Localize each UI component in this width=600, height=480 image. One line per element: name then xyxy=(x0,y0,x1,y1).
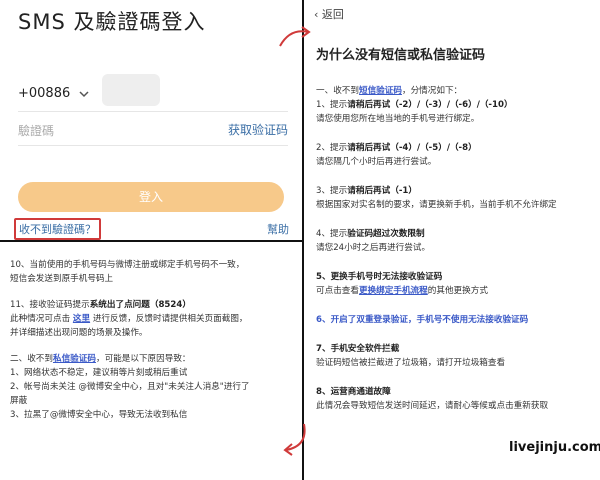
help-row: 收不到驗證碼？ 幫助 xyxy=(14,218,289,240)
page-title: SMS 及驗證碼登入 xyxy=(18,10,206,34)
case-6-title[interactable]: 6、开启了双重登录验证，手机号不使用无法接收验证码 xyxy=(316,313,594,327)
private-message-code-link[interactable]: 私信验证码 xyxy=(53,354,96,364)
flow-arrow-icon xyxy=(279,26,311,47)
case-3-prefix: 3、提示 xyxy=(316,186,348,196)
case-1-text: 请您使用您所在地当地的手机号进行绑定。 xyxy=(316,114,480,124)
case-2-text: 请您隔几个小时后再进行尝试。 xyxy=(316,157,437,167)
info-body: 一、收不到短信验证码，分情况如下： 1、提示请稍后再试（-2）/（-3）/（-6… xyxy=(316,84,594,428)
sms-code-link[interactable]: 短信验证码 xyxy=(359,86,402,96)
case-2-title: 请稍后再试（-4）/（-5）/（-8） xyxy=(347,143,477,153)
reason-11-prefix: 11、接收验证码提示 xyxy=(10,300,90,310)
country-code[interactable]: +00886 xyxy=(18,86,70,101)
change-phone-flow-link[interactable]: 更换绑定手机流程 xyxy=(359,286,428,296)
case-4-text: 请您24小时之后再进行尝试。 xyxy=(316,243,431,253)
case-5-title: 5、更换手机号时无法接收验证码 xyxy=(316,272,443,282)
reasons-body: 10、当前使用的手机号码与微博注册或绑定手机号码不一致， 短信会发送到原手机号码… xyxy=(10,258,295,422)
back-label: 返回 xyxy=(321,8,344,21)
reason-11-line-3: 并详细描述出现问题的场景及操作。 xyxy=(10,328,148,338)
case-8-text: 此情况会导致短信发送时间延迟，请耐心等候或点击重新获取 xyxy=(316,401,549,411)
redacted-phone-number xyxy=(102,74,160,106)
case-5-text-end: 的其他更换方式 xyxy=(427,286,488,296)
code-placeholder: 驗證碼 xyxy=(18,124,55,138)
chevron-down-icon[interactable] xyxy=(78,88,90,100)
info-case-5: 5、更换手机号时无法接收验证码 可点击查看更换绑定手机流程的其他更换方式 xyxy=(316,270,594,298)
section-2-prefix: 二、收不到 xyxy=(10,354,53,364)
reason-11-text: 此种情况可点击 xyxy=(10,314,73,324)
verification-code-field[interactable]: 驗證碼 获取验证码 xyxy=(18,118,288,146)
feedback-here-link[interactable]: 这里 xyxy=(73,314,90,324)
case-5-text: 可点击查看 xyxy=(316,286,359,296)
chevron-left-icon: ‹ xyxy=(314,8,319,21)
case-3-title: 请稍后再试（-1） xyxy=(347,186,417,196)
info-case-2: 2、提示请稍后再试（-4）/（-5）/（-8） 请您隔几个小时后再进行尝试。 xyxy=(316,141,594,169)
phone-number-field[interactable]: +00886 xyxy=(18,74,288,112)
pm-reason-2-line-1: 2、帐号尚未关注 @微博安全中心，且对"未关注人消息"进行了 xyxy=(10,382,250,392)
watermark: livejinju.com xyxy=(506,440,600,455)
case-4-title: 验证码超过次数限制 xyxy=(347,229,425,239)
info-case-6: 6、开启了双重登录验证，手机号不使用无法接收验证码 xyxy=(316,313,594,327)
info-case-8: 8、运营商通道故障 此情况会导致短信发送时间延迟，请耐心等候或点击重新获取 xyxy=(316,385,594,413)
reason-11-title: 系统出了点问题（8524） xyxy=(89,300,191,310)
pm-reason-2-line-2: 屏蔽 xyxy=(10,396,28,406)
reason-10-line-2: 短信会发送到原手机号码上 xyxy=(10,274,114,284)
intro-text: 一、收不到 xyxy=(316,86,359,96)
case-2-prefix: 2、提示 xyxy=(316,143,348,153)
case-7-text: 验证码短信被拦截进了垃圾箱，请打开垃圾箱查看 xyxy=(316,358,506,368)
intro-text-end: ，分情况如下： xyxy=(401,86,463,96)
info-panel: ‹ 返回 为什么没有短信或私信验证码 一、收不到短信验证码，分情况如下： 1、提… xyxy=(302,0,600,480)
get-code-button[interactable]: 获取验证码 xyxy=(228,121,288,138)
case-1-prefix: 1、提示 xyxy=(316,100,348,110)
info-case-3: 3、提示请稍后再试（-1） 根据国家对实名制的要求，请更换新手机，当前手机不允许… xyxy=(316,184,594,212)
help-link[interactable]: 幫助 xyxy=(267,221,289,237)
case-3-text: 根据国家对实名制的要求，请更换新手机，当前手机不允许绑定 xyxy=(316,200,557,210)
flow-arrow-icon xyxy=(283,423,306,456)
info-title: 为什么没有短信或私信验证码 xyxy=(316,48,486,63)
reason-11-text-end: 进行反馈，反馈时请提供相关页面截图， xyxy=(90,314,248,324)
info-intro: 一、收不到短信验证码，分情况如下： 1、提示请稍后再试（-2）/（-3）/（-6… xyxy=(316,84,594,126)
case-1-title: 请稍后再试（-2）/（-3）/（-6）/（-10） xyxy=(347,100,513,110)
reasons-panel: 10、当前使用的手机号码与微博注册或绑定手机号码不一致， 短信会发送到原手机号码… xyxy=(0,240,302,480)
pm-reason-3: 3、拉黑了@微博安全中心，导致无法收到私信 xyxy=(10,410,188,420)
case-7-title: 7、手机安全软件拦截 xyxy=(316,344,400,354)
info-case-4: 4、提示验证码超过次数限制 请您24小时之后再进行尝试。 xyxy=(316,227,594,255)
case-8-title: 8、运营商通道故障 xyxy=(316,387,391,397)
section-2-text-end: ，可能是以下原因导致： xyxy=(95,354,191,364)
reason-10-line-1: 10、当前使用的手机号码与微博注册或绑定手机号码不一致， xyxy=(10,260,245,270)
case-4-prefix: 4、提示 xyxy=(316,229,348,239)
login-button[interactable]: 登入 xyxy=(18,182,284,212)
back-button[interactable]: ‹ 返回 xyxy=(314,6,344,22)
info-case-7: 7、手机安全软件拦截 验证码短信被拦截进了垃圾箱，请打开垃圾箱查看 xyxy=(316,342,594,370)
cannot-receive-code-link[interactable]: 收不到驗證碼？ xyxy=(14,218,101,240)
pm-reason-1: 1、网络状态不稳定，建议稍等片刻或稍后重试 xyxy=(10,368,188,378)
login-panel: SMS 及驗證碼登入 +00886 驗證碼 获取验证码 登入 收不到驗證碼？ 幫… xyxy=(0,0,302,240)
